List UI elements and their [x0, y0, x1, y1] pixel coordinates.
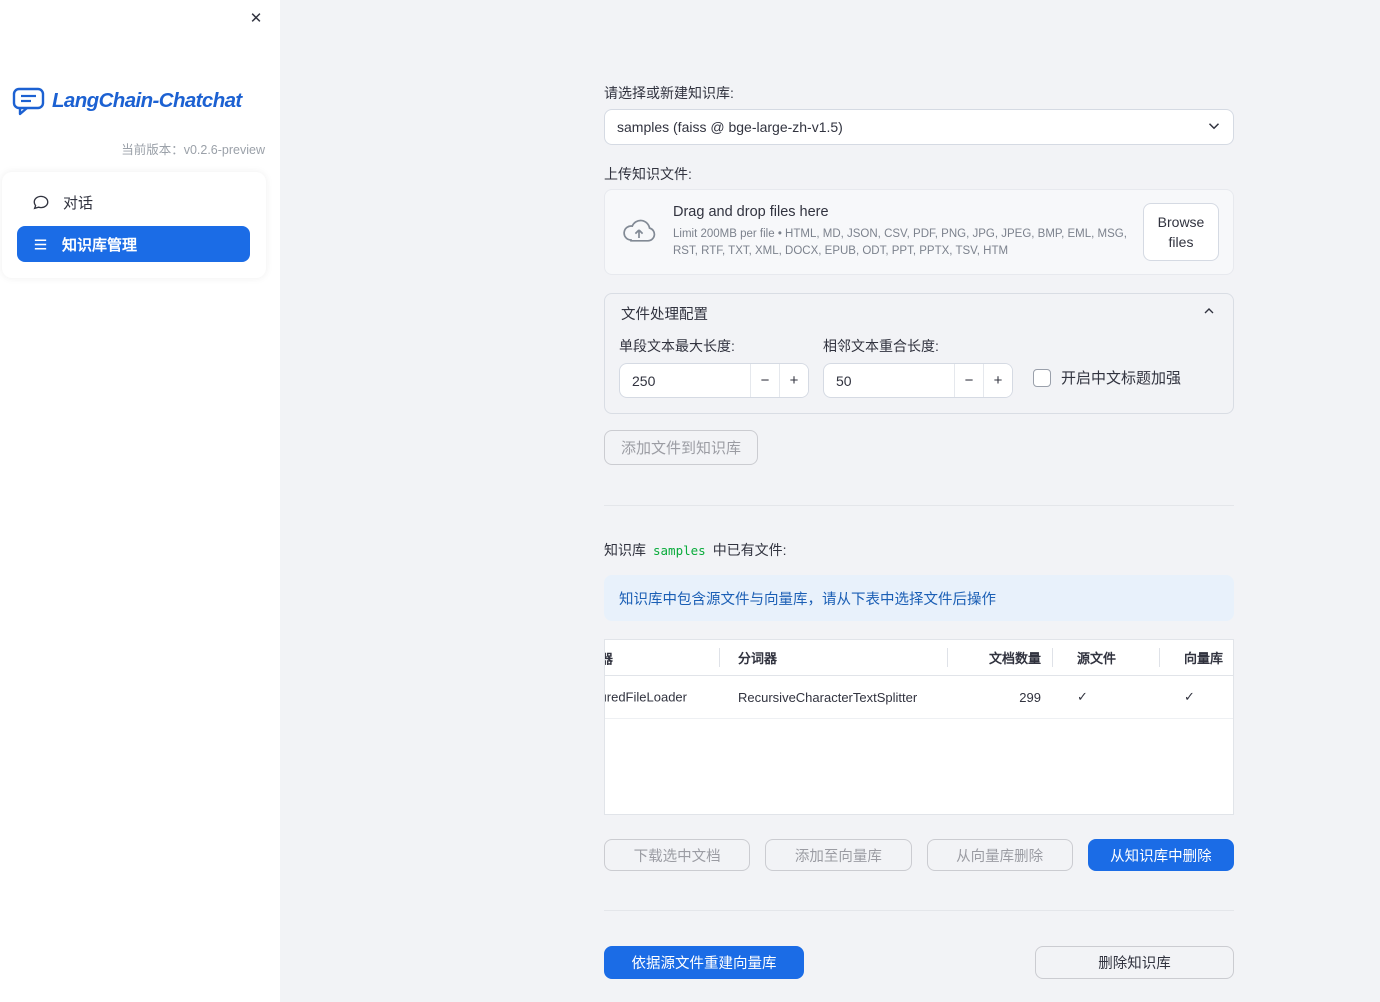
column-header-loader: 文档加载器: [605, 640, 720, 675]
file-config-expander-body: 单段文本最大长度: 250 − + 相邻文本重合长度: 50 − + 开启中文标…: [605, 332, 1233, 413]
sidebar-close-button[interactable]: ✕: [246, 8, 266, 28]
kb-select-label: 请选择或新建知识库:: [604, 85, 734, 101]
column-header-source-file: 源文件: [1053, 640, 1160, 675]
overlap-size-value[interactable]: 50: [824, 364, 954, 397]
files-table-header: 文档加载器 分词器 文档数量 源文件 向量库: [605, 640, 1233, 676]
browse-files-button[interactable]: Browse files: [1143, 202, 1219, 262]
delete-kb-button[interactable]: 删除知识库: [1035, 946, 1234, 979]
checkbox-label: 开启中文标题加强: [1061, 370, 1182, 387]
drag-drop-text: Drag and drop files here: [673, 204, 829, 221]
kb-select-value: samples (faiss @ bge-large-zh-v1.5): [617, 119, 843, 135]
close-icon: ✕: [249, 10, 263, 27]
chunk-size-group: 单段文本最大长度: 250 − +: [619, 336, 809, 398]
app-title: LangChain-Chatchat: [52, 89, 242, 112]
cell-doc-count: 299: [1019, 689, 1041, 705]
file-config-expander: 文件处理配置 单段文本最大长度: 250 − + 相邻文本重合长度: 50 − …: [604, 293, 1234, 414]
chevron-down-icon: [1205, 117, 1223, 138]
upload-limit-text: Limit 200MB per file • HTML, MD, JSON, C…: [673, 228, 1127, 257]
list-icon: [32, 236, 49, 253]
existing-files-suffix: 中已有文件:: [712, 542, 787, 558]
file-actions-row: 下载选中文档 添加至向量库 从向量库删除 从知识库中删除: [604, 839, 1234, 871]
delete-from-kb-button[interactable]: 从知识库中删除: [1087, 839, 1234, 871]
checkbox-unchecked-icon: [1033, 368, 1051, 387]
zh-title-enhance-checkbox[interactable]: 开启中文标题加强: [1027, 367, 1181, 388]
overlap-size-stepper: 50 − +: [823, 363, 1013, 398]
add-files-to-kb-button[interactable]: 添加文件到知识库: [604, 430, 759, 465]
kb-actions-row: 依据源文件重建向量库 删除知识库: [604, 946, 1234, 979]
kb-select[interactable]: samples (faiss @ bge-large-zh-v1.5): [604, 109, 1234, 145]
minus-icon: −: [964, 372, 974, 389]
main-content: 请选择或新建知识库: samples (faiss @ bge-large-zh…: [604, 0, 1234, 979]
overlap-decrement-button[interactable]: −: [954, 364, 983, 397]
cell-splitter: RecursiveCharacterTextSplitter: [738, 689, 918, 705]
plus-icon: +: [993, 372, 1003, 389]
chat-bubble-icon: [32, 193, 50, 211]
chunk-size-label: 单段文本最大长度:: [619, 338, 735, 354]
cell-vector-check: ✓: [1184, 689, 1195, 704]
sidebar: ✕ LangChain-Chatchat 当前版本：v0.2.6-preview…: [0, 0, 280, 1002]
chunk-size-stepper: 250 − +: [619, 363, 809, 398]
minus-icon: −: [760, 372, 770, 389]
cloud-upload-icon: [621, 217, 657, 248]
logo-chat-bubble-icon: [12, 86, 45, 116]
sidebar-item-dialogue[interactable]: 对话: [2, 182, 266, 222]
column-header-vector-store: 向量库: [1184, 651, 1224, 666]
delete-from-vector-store-button[interactable]: 从向量库删除: [926, 839, 1073, 871]
chevron-up-icon: [1201, 303, 1217, 323]
sidebar-menu: 对话 知识库管理: [2, 172, 266, 278]
sidebar-item-label: 对话: [63, 194, 94, 212]
column-header-doc-count: 文档数量: [948, 640, 1053, 675]
upload-texts: Drag and drop files here Limit 200MB per…: [673, 204, 1127, 259]
rebuild-vector-store-button[interactable]: 依据源文件重建向量库: [604, 946, 804, 979]
overlap-increment-button[interactable]: +: [983, 364, 1012, 397]
column-header-splitter: 分词器: [720, 640, 948, 675]
cell-loader: UnstructuredFileLoader: [605, 689, 687, 705]
file-config-expander-header[interactable]: 文件处理配置: [605, 294, 1233, 332]
upload-label: 上传知识文件:: [604, 166, 692, 182]
file-dropzone[interactable]: Drag and drop files here Limit 200MB per…: [604, 189, 1234, 275]
chunk-size-value[interactable]: 250: [620, 364, 750, 397]
info-banner-text: 知识库中包含源文件与向量库，请从下表中选择文件后操作: [619, 591, 996, 608]
add-to-vector-store-button[interactable]: 添加至向量库: [765, 839, 912, 871]
divider: [604, 910, 1234, 911]
sidebar-item-label: 知识库管理: [62, 236, 138, 254]
files-table[interactable]: 文档加载器 分词器 文档数量 源文件 向量库 UnstructuredFileL…: [604, 639, 1234, 815]
divider: [604, 505, 1234, 506]
sidebar-item-knowledge-base[interactable]: 知识库管理: [17, 226, 250, 262]
expander-title: 文件处理配置: [621, 306, 708, 323]
existing-files-prefix: 知识库: [604, 542, 646, 558]
overlap-size-group: 相邻文本重合长度: 50 − +: [823, 336, 1013, 398]
download-selected-button[interactable]: 下载选中文档: [604, 839, 751, 871]
chunk-size-increment-button[interactable]: +: [779, 364, 808, 397]
kb-name-code: samples: [653, 542, 706, 558]
info-banner: 知识库中包含源文件与向量库，请从下表中选择文件后操作: [604, 575, 1234, 621]
version-label: 当前版本：v0.2.6-preview: [121, 143, 265, 157]
overlap-size-label: 相邻文本重合长度:: [823, 338, 939, 354]
app-logo: LangChain-Chatchat: [12, 86, 242, 116]
table-row[interactable]: UnstructuredFileLoader RecursiveCharacte…: [605, 676, 1233, 719]
existing-files-heading: 知识库 samples 中已有文件:: [604, 540, 1234, 560]
chunk-size-decrement-button[interactable]: −: [750, 364, 779, 397]
plus-icon: +: [789, 372, 799, 389]
cell-source-check: ✓: [1077, 689, 1088, 704]
